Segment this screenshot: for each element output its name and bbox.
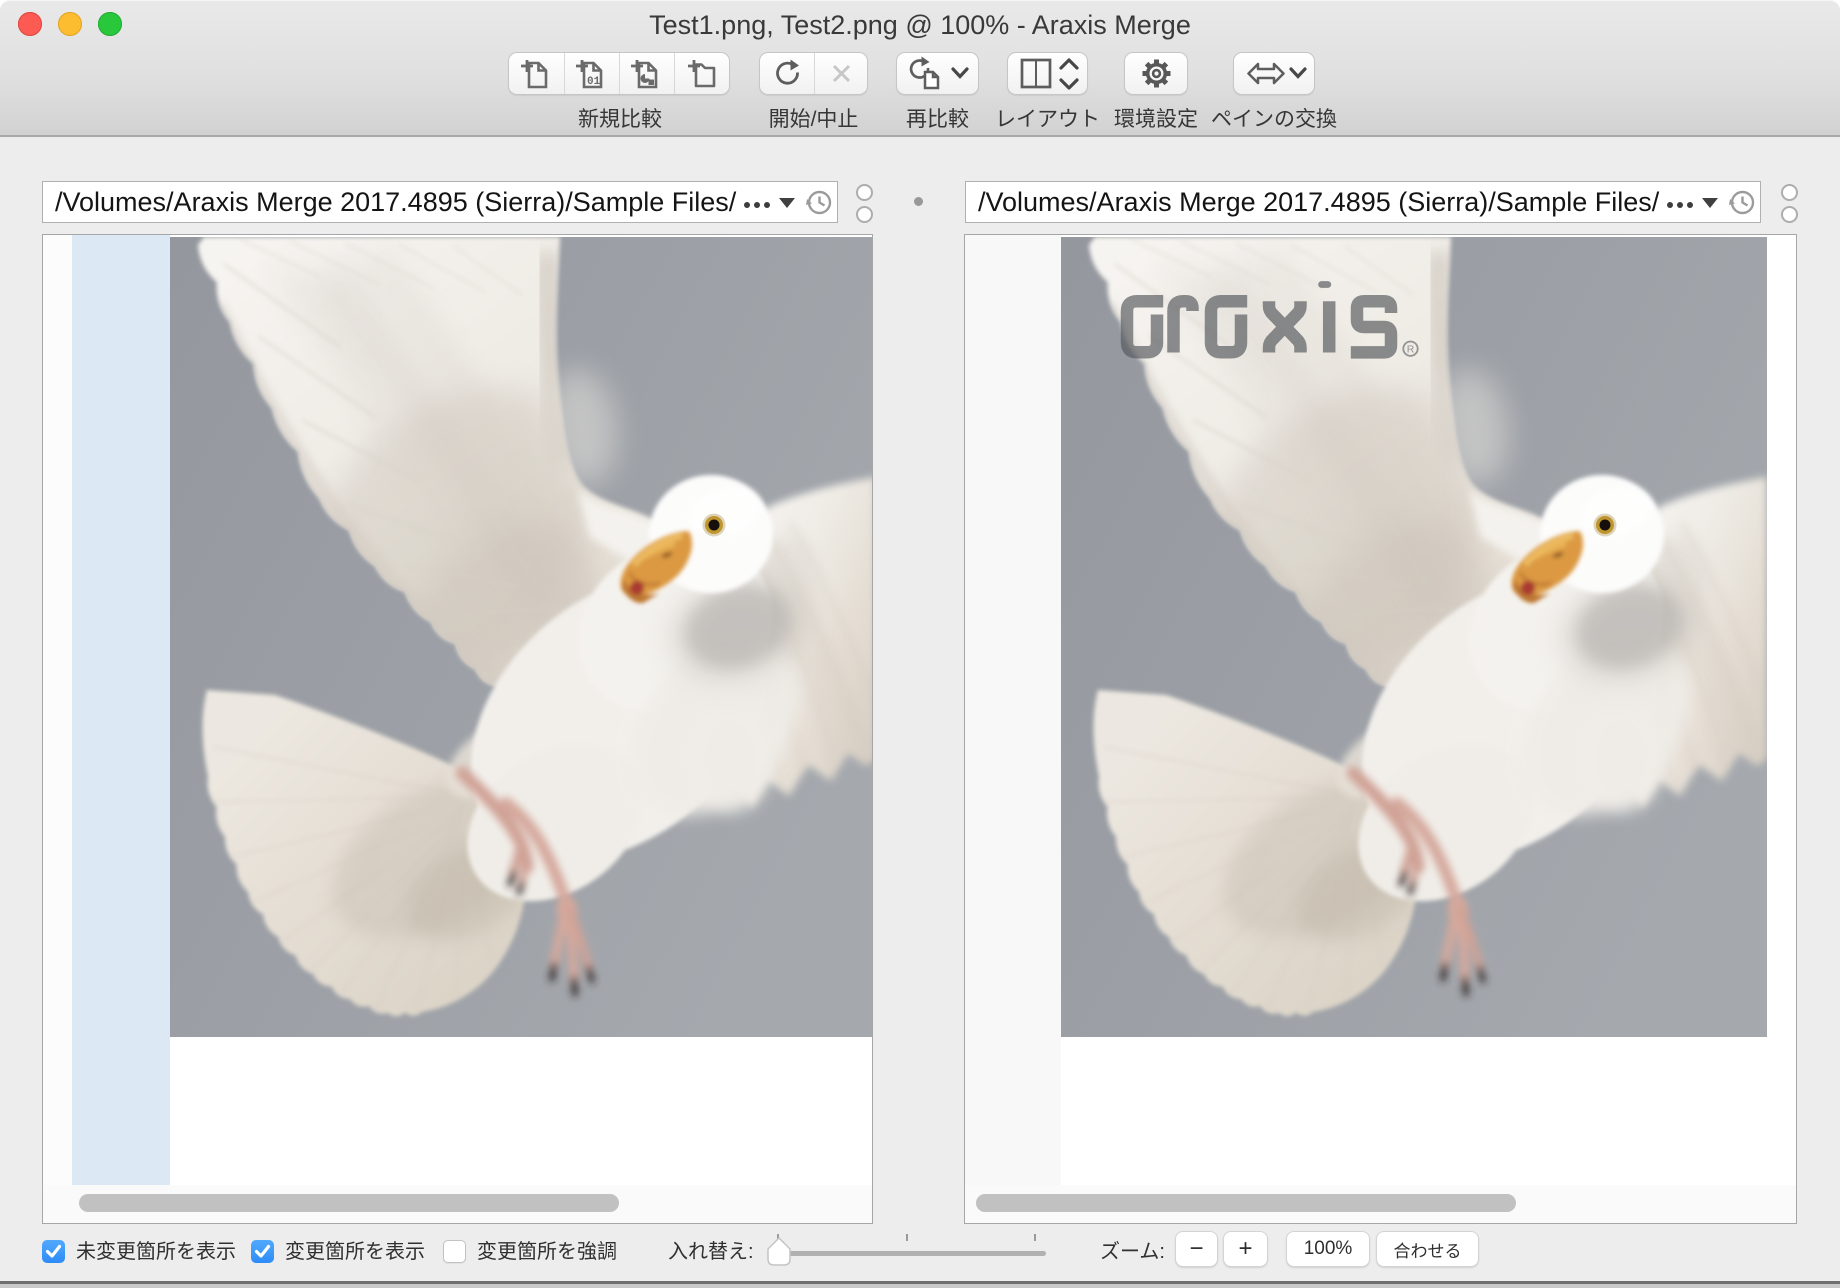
- svg-text:01: 01: [587, 76, 601, 88]
- svg-text:R: R: [1407, 344, 1415, 356]
